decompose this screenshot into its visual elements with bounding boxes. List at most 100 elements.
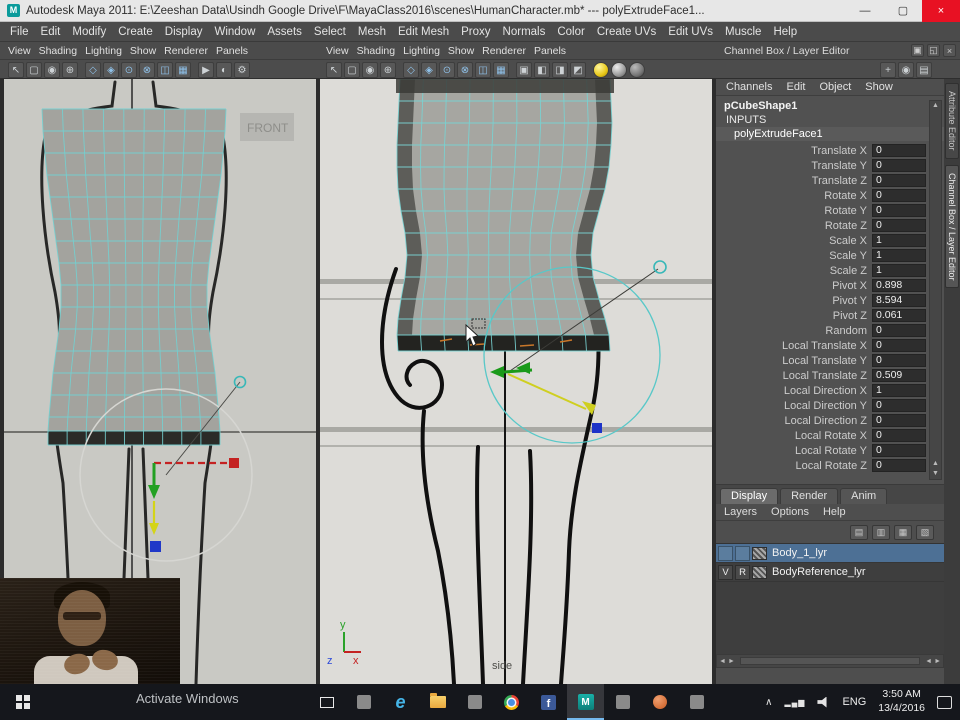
scroll-left-icon[interactable]: ◄ bbox=[719, 658, 726, 665]
snap-grid-icon[interactable]: ◇ bbox=[403, 62, 419, 78]
taskbar-app-icon[interactable] bbox=[456, 684, 493, 720]
toolbar-icon[interactable] bbox=[588, 62, 591, 78]
taskbar-app-icon[interactable] bbox=[308, 684, 345, 720]
layer-editor-menu-item[interactable]: Layers bbox=[724, 506, 757, 518]
menu-item[interactable]: Muscle bbox=[719, 26, 767, 38]
menu-item[interactable]: Modify bbox=[66, 26, 112, 38]
menu-item[interactable]: Create UVs bbox=[591, 26, 662, 38]
Body_1_lyr[interactable]: Body_1_lyr bbox=[716, 544, 944, 563]
taskbar-app-icon[interactable]: M bbox=[567, 684, 604, 720]
scroll-down-icon[interactable]: ▼ bbox=[932, 469, 939, 479]
channel-value-field[interactable]: 0 bbox=[872, 159, 926, 172]
taskbar-app-icon[interactable] bbox=[641, 684, 678, 720]
channel-value-field[interactable]: 0 bbox=[872, 204, 926, 217]
minimize-button[interactable]: — bbox=[846, 0, 884, 22]
menu-item[interactable]: Create bbox=[112, 26, 159, 38]
menu-item[interactable]: Edit Mesh bbox=[392, 26, 455, 38]
move-layer-down-icon[interactable]: ▧ bbox=[916, 524, 934, 540]
taskbar-app-icon[interactable] bbox=[493, 684, 530, 720]
viewport-menu-item[interactable]: Show bbox=[444, 45, 478, 57]
add-attribute-icon[interactable]: + bbox=[880, 62, 896, 78]
layer-visibility-toggle[interactable]: V bbox=[718, 564, 733, 580]
side-panel-tab[interactable]: Channel Box / Layer Editor bbox=[945, 164, 959, 289]
menu-item[interactable]: Edit UVs bbox=[662, 26, 719, 38]
viewport-menu-item[interactable]: Renderer bbox=[160, 45, 212, 57]
viewport-menu-item[interactable]: Panels bbox=[212, 45, 252, 57]
layer-reference-toggle[interactable] bbox=[735, 545, 750, 561]
toolbar-icon[interactable] bbox=[398, 62, 401, 78]
scroll-left-icon[interactable]: ◄ bbox=[925, 658, 932, 665]
maximize-button[interactable]: ▢ bbox=[884, 0, 922, 22]
channel-label[interactable]: Translate Z bbox=[716, 175, 872, 187]
paint-select-icon[interactable]: ◉ bbox=[362, 62, 378, 78]
menu-item[interactable]: File bbox=[4, 26, 35, 38]
isolate-select-icon[interactable]: ▣ bbox=[516, 62, 532, 78]
taskbar-app-icon[interactable] bbox=[419, 684, 456, 720]
shaded-display-icon[interactable]: ◨ bbox=[552, 62, 568, 78]
channel-label[interactable]: Rotate Z bbox=[716, 220, 872, 232]
layer-editor-tab[interactable]: Display bbox=[720, 488, 779, 504]
channel-label[interactable]: Local Rotate Z bbox=[716, 460, 872, 472]
move-layer-up-icon[interactable]: ▦ bbox=[894, 524, 912, 540]
channel-value-field[interactable]: 0 bbox=[872, 414, 926, 427]
viewport-menu-item[interactable]: View bbox=[4, 45, 35, 57]
channel-box-menu-item[interactable]: Show bbox=[865, 81, 893, 93]
scrollbar-track[interactable] bbox=[739, 657, 921, 665]
textured-display-icon[interactable]: ◩ bbox=[570, 62, 586, 78]
viewport-menu-item[interactable]: Panels bbox=[530, 45, 570, 57]
layer-name[interactable]: BodyReference_lyr bbox=[769, 566, 866, 578]
channel-value-field[interactable]: 8.594 bbox=[872, 294, 926, 307]
lasso-select-icon[interactable]: ▢ bbox=[26, 62, 42, 78]
tray-icon[interactable]: ∧ bbox=[765, 697, 772, 708]
render-settings-icon[interactable]: ⚙ bbox=[234, 62, 250, 78]
channel-value-field[interactable]: 0 bbox=[872, 189, 926, 202]
viewport-menu-item[interactable]: Shading bbox=[35, 45, 82, 57]
BodyReference_lyr[interactable]: V R BodyReference_lyr bbox=[716, 563, 944, 582]
channel-label[interactable]: Local Direction Y bbox=[716, 400, 872, 412]
layer-editor-menu-item[interactable]: Options bbox=[771, 506, 809, 518]
channel-value-field[interactable]: 1 bbox=[872, 249, 926, 262]
menu-item[interactable]: Window bbox=[208, 26, 261, 38]
viewport-menu-item[interactable]: Show bbox=[126, 45, 160, 57]
channel-value-field[interactable]: 0.509 bbox=[872, 369, 926, 382]
all-lights-icon[interactable]: ● bbox=[611, 62, 627, 78]
snap-plane-icon[interactable]: ⊗ bbox=[139, 62, 155, 78]
channel-label[interactable]: Local Translate Z bbox=[716, 370, 872, 382]
channel-label[interactable]: Local Translate Y bbox=[716, 355, 872, 367]
channel-label[interactable]: Pivot Y bbox=[716, 295, 872, 307]
empty-layer-icon[interactable]: ▤ bbox=[850, 524, 868, 540]
show-manipulator-icon[interactable]: ◉ bbox=[898, 62, 914, 78]
layer-editor-menu-item[interactable]: Help bbox=[823, 506, 846, 518]
layer-reference-toggle[interactable]: R bbox=[735, 564, 750, 580]
channel-value-field[interactable]: 0 bbox=[872, 429, 926, 442]
menu-item[interactable]: Help bbox=[767, 26, 803, 38]
channel-value-field[interactable]: 0 bbox=[872, 219, 926, 232]
language-indicator[interactable]: ENG bbox=[842, 696, 866, 708]
channel-value-field[interactable]: 0 bbox=[872, 324, 926, 337]
menu-item[interactable]: Edit bbox=[35, 26, 67, 38]
channel-value-field[interactable]: 1 bbox=[872, 234, 926, 247]
close-panel-icon[interactable]: × bbox=[943, 44, 956, 57]
toolbar-icon[interactable] bbox=[80, 62, 83, 78]
layer-name[interactable]: Body_1_lyr bbox=[769, 547, 827, 559]
layer-list-scrollbar[interactable]: ◄ ► ◄ ► bbox=[716, 654, 944, 668]
channel-label[interactable]: Local Translate X bbox=[716, 340, 872, 352]
paint-select-icon[interactable]: ◉ bbox=[44, 62, 60, 78]
channel-value-field[interactable]: 0 bbox=[872, 174, 926, 187]
scroll-up-icon[interactable]: ▲ bbox=[932, 459, 939, 469]
side-viewport-canvas[interactable]: y x z side bbox=[320, 79, 712, 684]
channel-value-field[interactable]: 0.061 bbox=[872, 309, 926, 322]
channel-label[interactable]: Rotate X bbox=[716, 190, 872, 202]
channel-value-field[interactable]: 0 bbox=[872, 399, 926, 412]
move-tool-icon[interactable]: ⊕ bbox=[380, 62, 396, 78]
menu-item[interactable]: Proxy bbox=[455, 26, 496, 38]
construction-history-icon[interactable]: ▦ bbox=[175, 62, 191, 78]
move-tool-icon[interactable]: ⊕ bbox=[62, 62, 78, 78]
float-panel-icon[interactable]: ◱ bbox=[927, 44, 940, 57]
wireframe-display-icon[interactable]: ◧ bbox=[534, 62, 550, 78]
channel-label[interactable]: Local Direction Z bbox=[716, 415, 872, 427]
channel-value-field[interactable]: 1 bbox=[872, 264, 926, 277]
channel-box-menu-item[interactable]: Channels bbox=[726, 81, 772, 93]
snap-curve-icon[interactable]: ◈ bbox=[421, 62, 437, 78]
side-viewport[interactable]: y x z side bbox=[320, 79, 712, 684]
